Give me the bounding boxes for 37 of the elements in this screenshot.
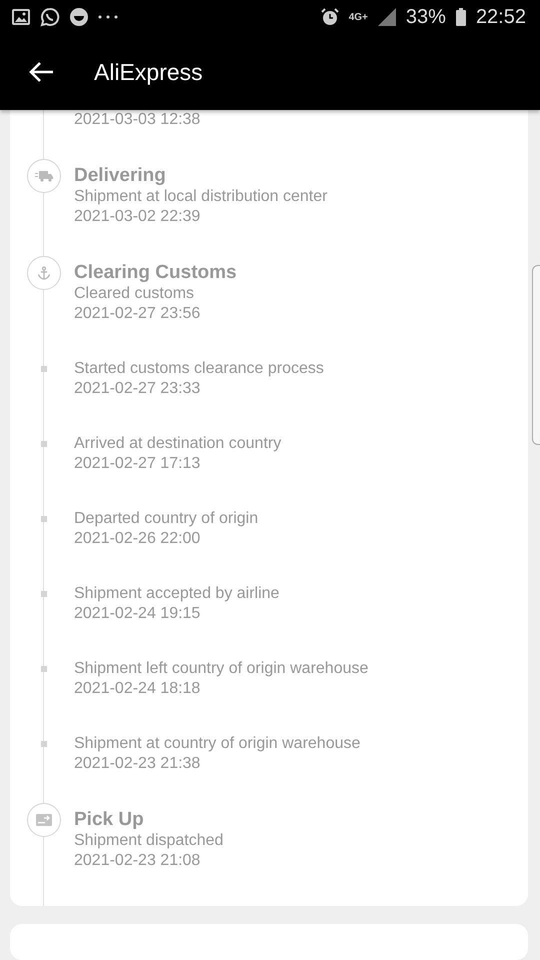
truck-icon xyxy=(35,170,53,182)
event-date: 2021-02-24 19:15 xyxy=(74,604,202,624)
alarm-icon xyxy=(320,8,339,26)
back-button[interactable] xyxy=(28,61,54,84)
event-date: 2021-02-24 18:18 xyxy=(74,678,202,698)
event-date: 2021-02-23 21:38 xyxy=(74,754,202,774)
event-date: 2021-02-27 23:56 xyxy=(74,304,202,324)
more-icon xyxy=(98,15,118,20)
event-description: Shipment at local distribution center xyxy=(74,186,328,206)
event-date: 2021-02-27 23:33 xyxy=(74,378,202,398)
chat-bubble-icon xyxy=(40,7,60,28)
app-title: AliExpress xyxy=(94,58,203,86)
event-description: Shipment at country of origin warehouse xyxy=(74,734,362,754)
event-description: Shipment accepted by airline xyxy=(74,584,280,604)
event-title: Pick Up xyxy=(74,808,145,830)
network-type: 4G+ xyxy=(348,12,368,23)
event-date: 2021-03-03 12:38 xyxy=(74,110,202,130)
event-date: 2021-02-26 22:00 xyxy=(74,528,202,548)
event-description: Cleared customs xyxy=(74,284,196,304)
event-description: Shipment dispatched xyxy=(74,830,224,850)
event-description: Started customs clearance process xyxy=(74,358,325,378)
event-description: Departed country of origin xyxy=(74,508,260,528)
clock: 22:52 xyxy=(476,6,526,29)
battery-icon xyxy=(456,8,466,26)
event-date: 2021-02-23 21:08 xyxy=(74,850,202,870)
smile-icon xyxy=(70,8,88,26)
event-date: 2021-03-02 22:39 xyxy=(74,206,202,226)
signal-icon xyxy=(378,8,396,26)
anchor-icon xyxy=(37,266,51,280)
event-description: Arrived at destination country xyxy=(74,434,282,454)
gallery-icon xyxy=(12,9,30,26)
battery-percentage: 33% xyxy=(406,6,446,29)
event-description: Shipment left country of origin warehouse xyxy=(74,658,370,678)
event-title: Delivering xyxy=(74,164,167,186)
event-date: 2021-02-27 17:13 xyxy=(74,454,202,474)
dispatch-icon xyxy=(36,814,52,826)
event-title: Clearing Customs xyxy=(74,262,238,284)
